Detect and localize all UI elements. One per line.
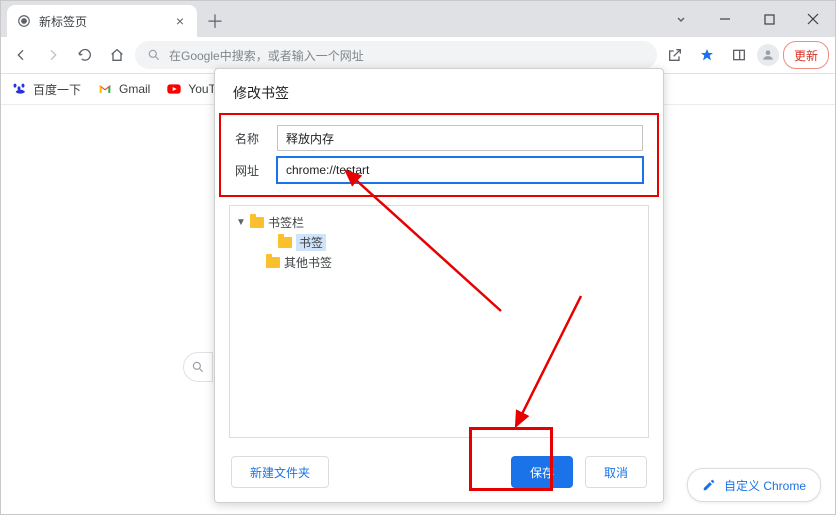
side-panel-icon[interactable] — [725, 41, 753, 69]
tree-node[interactable]: ▼ 书签栏 — [234, 212, 644, 232]
close-window-button[interactable] — [791, 4, 835, 34]
save-button[interactable]: 保存 — [511, 456, 573, 488]
edit-bookmark-dialog: 修改书签 名称 网址 ▼ 书签栏 书签 — [214, 68, 664, 503]
browser-tab[interactable]: 新标签页 × — [7, 5, 197, 37]
cancel-button[interactable]: 取消 — [585, 456, 647, 488]
search-icon — [147, 48, 161, 62]
address-bar-placeholder: 在Google中搜索，或者输入一个网址 — [169, 47, 364, 64]
dialog-fields-highlight: 名称 网址 — [219, 113, 659, 197]
new-tab-button[interactable]: ＋ — [201, 7, 229, 35]
folder-icon — [266, 257, 280, 268]
tab-title: 新标签页 — [39, 13, 173, 30]
bookmark-item[interactable]: 百度一下 — [11, 81, 81, 98]
name-label: 名称 — [235, 130, 277, 147]
new-folder-button[interactable]: 新建文件夹 — [231, 456, 329, 488]
bookmark-star-icon[interactable] — [693, 41, 721, 69]
home-button[interactable] — [103, 41, 131, 69]
tab-favicon — [17, 14, 31, 28]
ntp-search-fragment — [183, 352, 213, 382]
forward-button[interactable] — [39, 41, 67, 69]
profile-avatar[interactable] — [757, 44, 779, 66]
reload-button[interactable] — [71, 41, 99, 69]
pencil-icon — [702, 478, 716, 492]
bookmark-item[interactable]: Gmail — [97, 81, 150, 97]
bookmark-name-input[interactable] — [277, 125, 643, 151]
minimize-button[interactable] — [703, 4, 747, 34]
customize-chrome-button[interactable]: 自定义 Chrome — [687, 468, 821, 502]
address-bar[interactable]: 在Google中搜索，或者输入一个网址 — [135, 41, 657, 69]
toolbar-right: 更新 — [661, 41, 829, 69]
dialog-title: 修改书签 — [215, 69, 663, 113]
dialog-buttons: 新建文件夹 保存 取消 — [215, 446, 663, 502]
back-button[interactable] — [7, 41, 35, 69]
gmail-icon — [97, 81, 113, 97]
tab-close-icon[interactable]: × — [173, 14, 187, 28]
tree-node[interactable]: 书签 — [234, 232, 644, 252]
maximize-button[interactable] — [747, 4, 791, 34]
update-button[interactable]: 更新 — [783, 41, 829, 69]
bookmark-url-input[interactable] — [277, 157, 643, 183]
folder-icon — [250, 217, 264, 228]
tree-node[interactable]: 其他书签 — [234, 252, 644, 272]
folder-icon — [278, 237, 292, 248]
expand-arrow-icon[interactable]: ▼ — [236, 217, 246, 228]
browser-window: 新标签页 × ＋ 在Google中搜索，或者输入一个网址 更新 — [0, 0, 836, 515]
baidu-icon — [11, 81, 27, 97]
folder-tree[interactable]: ▼ 书签栏 书签 其他书签 — [229, 205, 649, 438]
window-button[interactable] — [659, 4, 703, 34]
url-label: 网址 — [235, 162, 277, 179]
youtube-icon — [166, 81, 182, 97]
window-controls — [659, 1, 835, 37]
share-icon[interactable] — [661, 41, 689, 69]
tab-strip: 新标签页 × ＋ — [1, 1, 835, 37]
